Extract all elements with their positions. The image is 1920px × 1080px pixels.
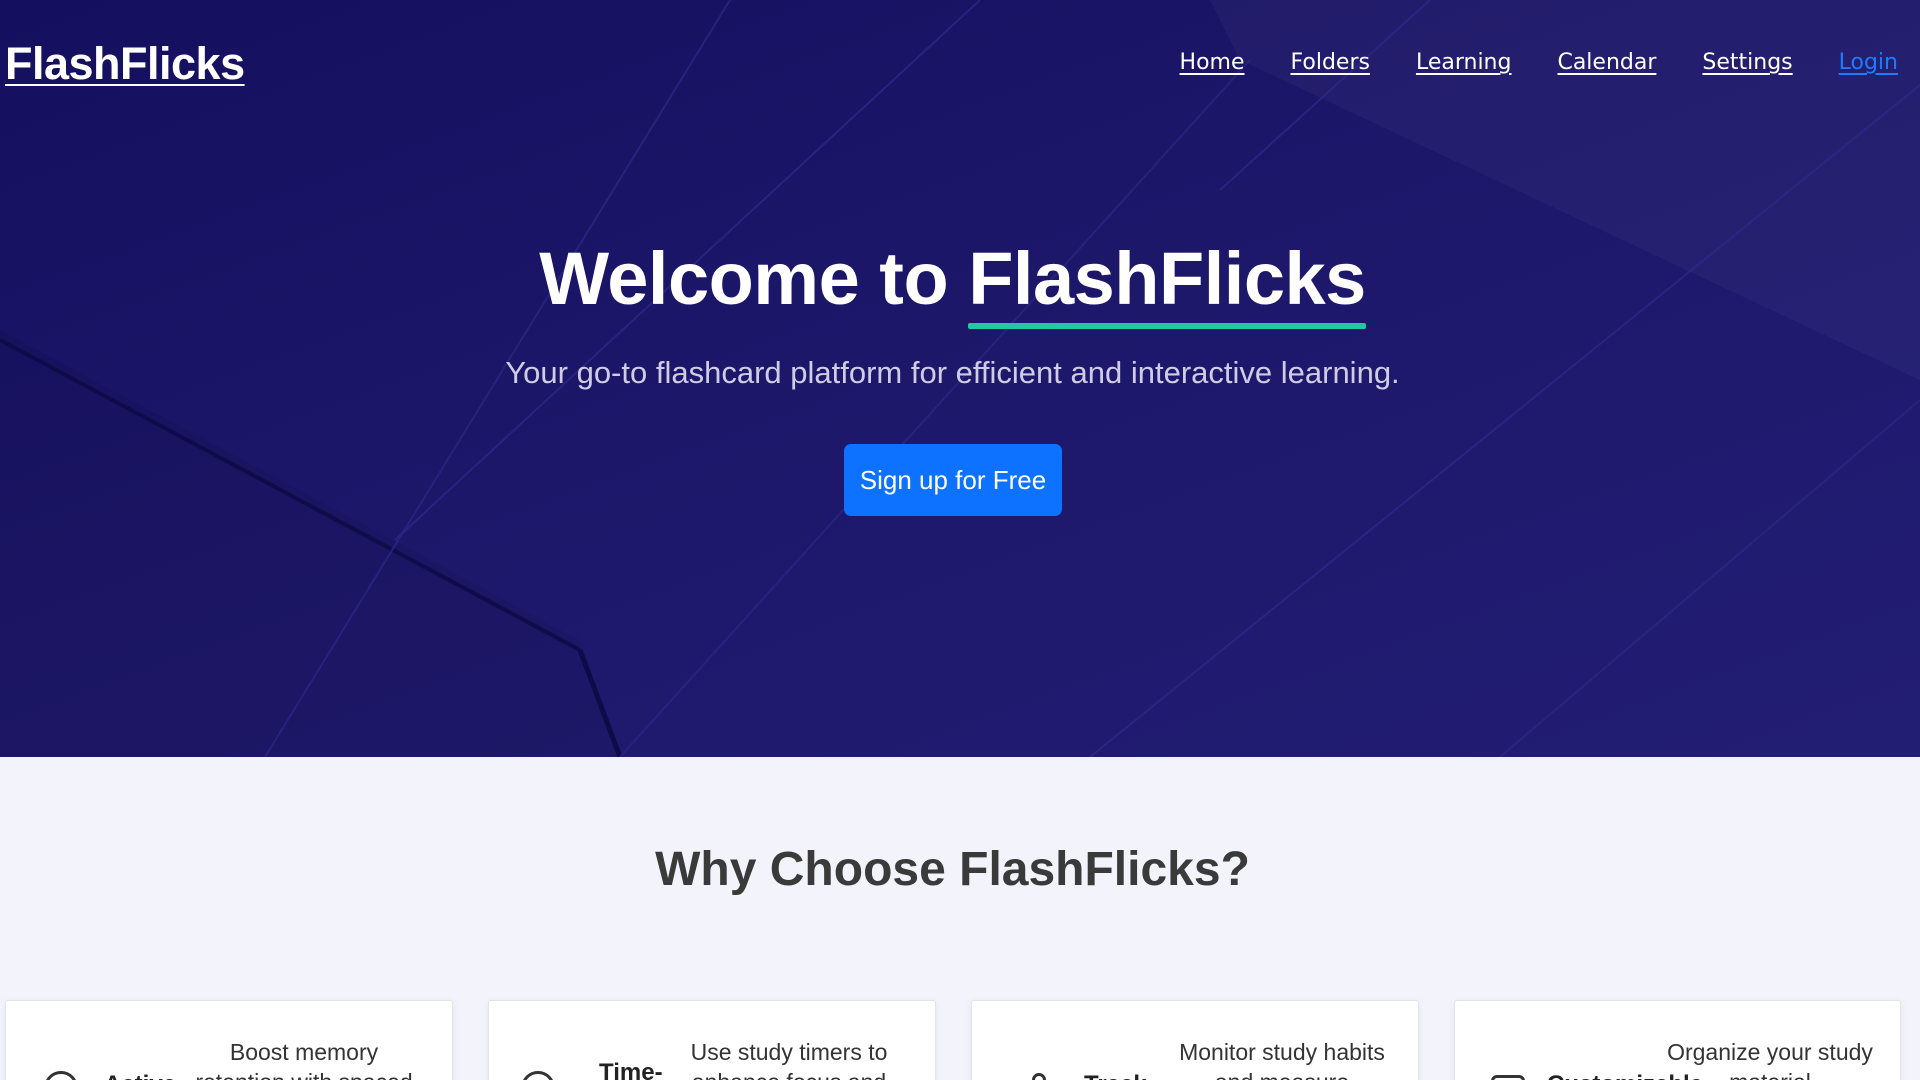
hero-title-prefix: Welcome to (539, 237, 949, 320)
feature-card-active: Active Boost memory retention with space… (5, 1000, 453, 1080)
features-title: Why Choose FlashFlicks? (655, 843, 1250, 896)
nav-link-calendar[interactable]: Calendar (1557, 50, 1656, 75)
nav-link-learning[interactable]: Learning (1416, 50, 1512, 75)
feature-card-title: Active (104, 1071, 176, 1080)
user-icon (1032, 1073, 1046, 1080)
nav-link-login[interactable]: Login (1839, 50, 1898, 75)
hero-subtitle: Your go-to flashcard platform for effici… (505, 355, 1400, 390)
feature-card-title: Time- (599, 1059, 663, 1080)
hero-title: Welcome to FlashFlicks (0, 236, 1905, 329)
feature-card-description: Boost memory retention with spaced (195, 1039, 412, 1080)
nav-link-home[interactable]: Home (1180, 50, 1245, 75)
clock-icon (521, 1071, 555, 1080)
hero-title-brand: FlashFlicks (968, 237, 1366, 329)
feature-card-track: Track Monitor study habits and measure (971, 1000, 1419, 1080)
feature-card-description: Monitor study habits and measure (1179, 1039, 1385, 1080)
feature-card-customizable: Customizable Organize your study materia… (1454, 1000, 1901, 1080)
feature-card-title: Track (1084, 1071, 1147, 1080)
hero-section: FlashFlicks Home Folders Learning Calend… (0, 0, 1920, 757)
feature-card-description: Organize your study material (1667, 1039, 1873, 1080)
nav-link-settings[interactable]: Settings (1702, 50, 1792, 75)
feature-card-time: Time- Use study timers to enhance focus … (488, 1000, 936, 1080)
circle-icon (44, 1071, 78, 1080)
nav-link-folders[interactable]: Folders (1291, 50, 1370, 75)
main-nav: Home Folders Learning Calendar Settings … (1180, 50, 1898, 75)
feature-card-description: Use study timers to enhance focus and (690, 1039, 888, 1080)
site-logo[interactable]: FlashFlicks (5, 38, 245, 90)
folder-icon (1491, 1075, 1525, 1080)
signup-button[interactable]: Sign up for Free (844, 444, 1062, 516)
